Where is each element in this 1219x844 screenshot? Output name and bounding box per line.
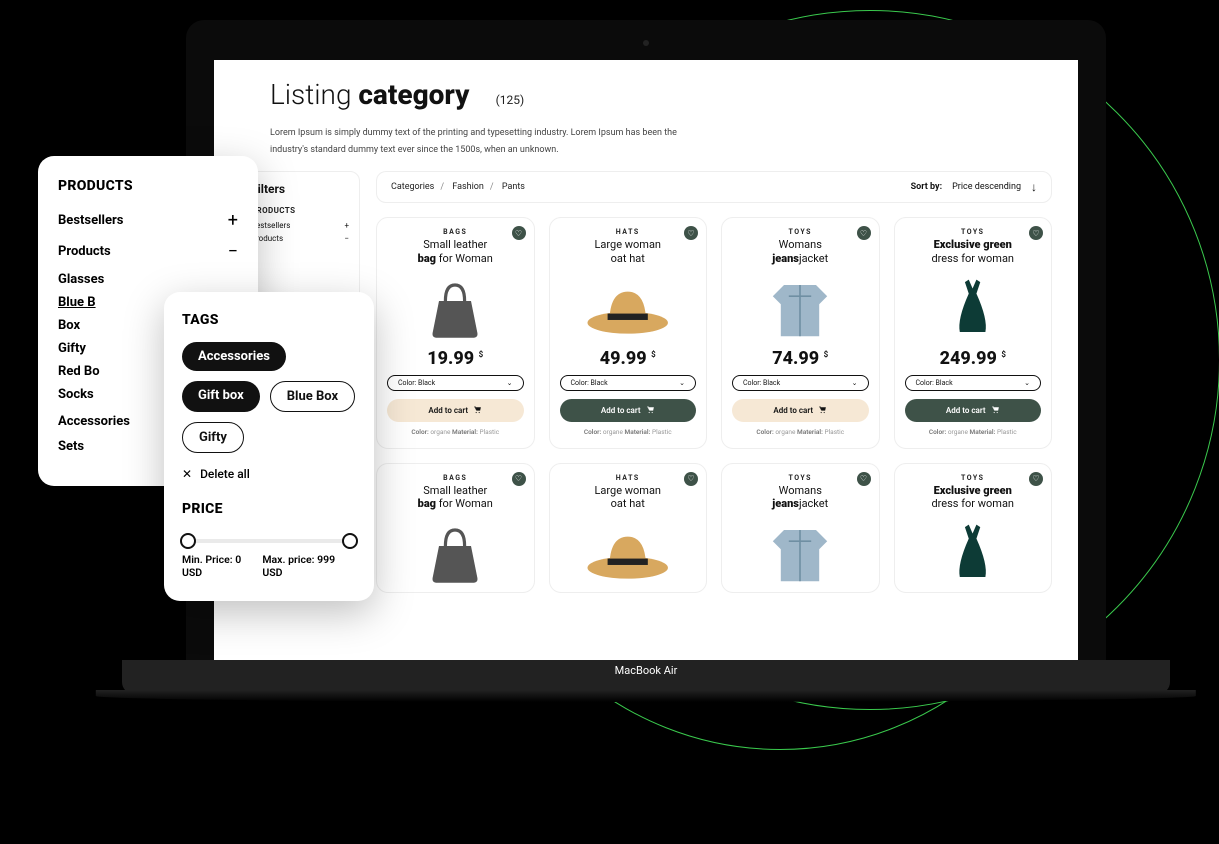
camera-dot	[643, 40, 649, 46]
product-image	[560, 519, 697, 589]
sort-arrow-icon: ↓	[1031, 180, 1037, 194]
cart-icon	[818, 405, 827, 416]
nav-products[interactable]: Products−	[58, 241, 238, 262]
chevron-down-icon: ⌄	[507, 379, 513, 387]
price-max-label: Max. price: 999 USD	[262, 553, 356, 579]
filter-bestsellers[interactable]: Bestsellers+	[251, 221, 349, 230]
tags-header: TAGS	[182, 312, 356, 328]
laptop-base: MacBook Air	[122, 660, 1170, 694]
product-category: HATS	[560, 474, 697, 482]
topbar: Categories/ Fashion/ Pants Sort by: Pric…	[376, 171, 1052, 203]
add-to-cart-button[interactable]: Add to cart	[387, 399, 524, 422]
product-price: 74.99 $	[732, 348, 869, 369]
chip-accessories[interactable]: Accessories	[182, 342, 286, 371]
product-image	[387, 274, 524, 344]
product-image	[905, 519, 1042, 589]
products-panel-header: PRODUCTS	[58, 178, 238, 194]
product-meta: Color: organe Material: Plastic	[560, 428, 697, 436]
minus-icon: −	[344, 234, 349, 243]
chip-gift-box[interactable]: Gift box	[182, 381, 260, 412]
nav-bestsellers[interactable]: Bestsellers+	[58, 210, 238, 231]
product-category: TOYS	[905, 474, 1042, 482]
product-category: BAGS	[387, 474, 524, 482]
product-name: Large womanoat hat	[560, 238, 697, 266]
result-count: (125)	[496, 93, 525, 107]
cart-icon	[646, 405, 655, 416]
product-card: ♡ BAGS Small leatherbag for Woman 19.99 …	[376, 217, 535, 449]
add-to-cart-button[interactable]: Add to cart	[905, 399, 1042, 422]
chevron-down-icon: ⌄	[852, 379, 858, 387]
price-header: PRICE	[182, 501, 356, 517]
product-image	[732, 274, 869, 344]
plus-icon: +	[344, 221, 349, 230]
chip-blue-box[interactable]: Blue Box	[270, 381, 355, 412]
filters-title: Filters	[251, 182, 349, 196]
delete-all-button[interactable]: ✕ Delete all	[182, 467, 356, 481]
color-select[interactable]: Color: Black⌄	[732, 375, 869, 391]
product-name: Large womanoat hat	[560, 484, 697, 512]
page-title: Listing category (125)	[270, 78, 1038, 111]
product-image	[905, 274, 1042, 344]
product-card: ♡ BAGS Small leatherbag for Woman	[376, 463, 535, 593]
crumb-pants[interactable]: Pants	[502, 182, 525, 192]
cart-icon	[991, 405, 1000, 416]
add-to-cart-button[interactable]: Add to cart	[732, 399, 869, 422]
chevron-down-icon: ⌄	[679, 379, 685, 387]
product-card: ♡ HATS Large womanoat hat	[549, 463, 708, 593]
wishlist-button[interactable]: ♡	[684, 472, 698, 486]
wishlist-button[interactable]: ♡	[512, 226, 526, 240]
color-select[interactable]: Color: Black⌄	[387, 375, 524, 391]
color-select[interactable]: Color: Black⌄	[560, 375, 697, 391]
add-to-cart-button[interactable]: Add to cart	[560, 399, 697, 422]
product-name: Small leatherbag for Woman	[387, 238, 524, 266]
filters-section-products: PRODUCTS	[251, 206, 349, 215]
product-name: Womans jeansjacket	[732, 484, 869, 512]
chevron-down-icon: ⌄	[1024, 379, 1030, 387]
wishlist-button[interactable]: ♡	[857, 226, 871, 240]
color-select[interactable]: Color: Black⌄	[905, 375, 1042, 391]
close-icon: ✕	[182, 467, 192, 481]
plus-icon: +	[228, 210, 238, 231]
price-min-label: Min. Price: 0 USD	[182, 553, 262, 579]
sort-control[interactable]: Sort by: Price descending ↓	[911, 180, 1037, 194]
price-range-slider[interactable]	[182, 539, 356, 543]
nav-glasses[interactable]: Glasses	[58, 272, 238, 287]
page-description: Lorem Ipsum is simply dummy text of the …	[270, 125, 690, 159]
breadcrumb: Categories/ Fashion/ Pants	[391, 182, 525, 192]
wishlist-button[interactable]: ♡	[857, 472, 871, 486]
product-image	[732, 519, 869, 589]
product-category: TOYS	[732, 474, 869, 482]
product-price: 19.99 $	[387, 348, 524, 369]
product-name: Small leatherbag for Woman	[387, 484, 524, 512]
product-image	[387, 519, 524, 589]
wishlist-button[interactable]: ♡	[512, 472, 526, 486]
tags-panel: TAGS Accessories Gift box Blue Box Gifty…	[164, 292, 374, 601]
product-category: HATS	[560, 228, 697, 236]
product-image	[560, 274, 697, 344]
product-meta: Color: organe Material: Plastic	[905, 428, 1042, 436]
crumb-fashion[interactable]: Fashion	[452, 182, 484, 192]
minus-icon: −	[228, 241, 238, 262]
product-price: 49.99 $	[560, 348, 697, 369]
product-card: ♡ TOYS Womans jeansjacket	[721, 463, 880, 593]
product-category: TOYS	[905, 228, 1042, 236]
product-card: ♡ TOYS Exclusive greendress for woman 24…	[894, 217, 1053, 449]
product-name: Exclusive greendress for woman	[905, 238, 1042, 266]
product-price: 249.99 $	[905, 348, 1042, 369]
cart-icon	[473, 405, 482, 416]
wishlist-button[interactable]: ♡	[1029, 472, 1043, 486]
product-category: BAGS	[387, 228, 524, 236]
product-meta: Color: organe Material: Plastic	[732, 428, 869, 436]
product-card: ♡ TOYS Exclusive greendress for woman	[894, 463, 1053, 593]
chip-gifty[interactable]: Gifty	[182, 422, 244, 453]
product-name: Womans jeansjacket	[732, 238, 869, 266]
product-name: Exclusive greendress for woman	[905, 484, 1042, 512]
product-meta: Color: organe Material: Plastic	[387, 428, 524, 436]
product-category: TOYS	[732, 228, 869, 236]
filter-products[interactable]: Products−	[251, 234, 349, 243]
product-card: ♡ HATS Large womanoat hat 49.99 $ Color:…	[549, 217, 708, 449]
product-card: ♡ TOYS Womans jeansjacket 74.99 $ Color:…	[721, 217, 880, 449]
crumb-categories[interactable]: Categories	[391, 182, 434, 192]
